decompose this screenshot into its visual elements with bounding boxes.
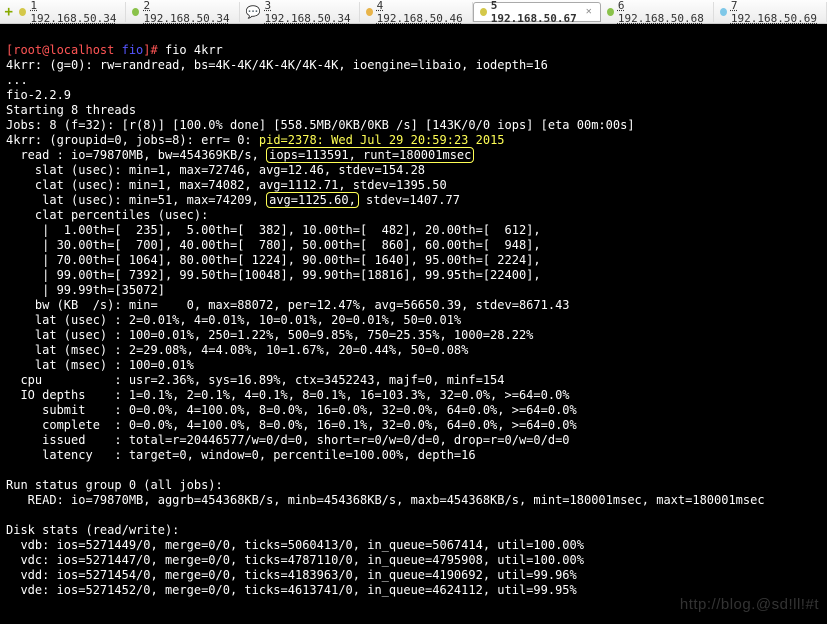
output-highlight: pid=2378: Wed Jul 29 20:59:23 2015: [259, 133, 505, 147]
tab-label: 3 192.168.50.34: [265, 0, 351, 25]
output-line: 4krr: (groupid=0, jobs=8): err= 0:: [6, 133, 259, 147]
output-line: clat percentiles (usec):: [6, 208, 208, 222]
output-line: Disk stats (read/write):: [6, 523, 179, 537]
output-line: vde: ios=5271452/0, merge=0/0, ticks=461…: [6, 583, 577, 597]
output-line: lat (usec): min=51, max=74209,: [6, 193, 266, 207]
output-line: vdc: ios=5271447/0, merge=0/0, ticks=478…: [6, 553, 584, 567]
output-line: slat (usec): min=1, max=72746, avg=12.46…: [6, 163, 425, 177]
output-line: Starting 8 threads: [6, 103, 136, 117]
status-dot-icon: [19, 8, 26, 16]
output-line: vdb: ios=5271449/0, merge=0/0, ticks=506…: [6, 538, 584, 552]
watermark-text: http://blog.@sd!ll!#t: [680, 597, 819, 612]
output-line: clat (usec): min=1, max=74082, avg=1112.…: [6, 178, 447, 192]
tab-label: 2 192.168.50.34: [143, 0, 230, 25]
tab-label: 4 192.168.50.46: [377, 0, 464, 25]
output-line: | 99.99th=[35072]: [6, 283, 165, 297]
output-line: 4krr: (g=0): rw=randread, bs=4K-4K/4K-4K…: [6, 58, 548, 72]
tab-3[interactable]: 💬 3 192.168.50.34: [240, 2, 360, 22]
output-line: | 99.00th=[ 7392], 99.50th=[10048], 99.9…: [6, 268, 541, 282]
output-line: cpu : usr=2.36%, sys=16.89%, ctx=3452243…: [6, 373, 505, 387]
iops-highlight-box: iops=113591, runt=180001msec: [266, 147, 474, 163]
output-line: lat (msec) : 100=0.01%: [6, 358, 194, 372]
output-line: | 1.00th=[ 235], 5.00th=[ 382], 10.00th=…: [6, 223, 541, 237]
output-line: stdev=1407.77: [359, 193, 460, 207]
output-line: IO depths : 1=0.1%, 2=0.1%, 4=0.1%, 8=0.…: [6, 388, 570, 402]
status-dot-icon: [132, 8, 139, 16]
prompt-dir: fio: [122, 43, 144, 57]
output-line: issued : total=r=20446577/w=0/d=0, short…: [6, 433, 570, 447]
tab-label: 1 192.168.50.34: [30, 0, 117, 25]
tab-label: 6 192.168.50.68: [618, 0, 705, 25]
tab-5-active[interactable]: 5 192.168.50.67 ✕: [473, 2, 601, 22]
tab-bar: + 1 192.168.50.34 2 192.168.50.34 💬 3 19…: [0, 0, 827, 24]
tab-1[interactable]: 1 192.168.50.34: [13, 2, 126, 22]
status-dot-icon: [480, 8, 487, 16]
output-line: vdd: ios=5271454/0, merge=0/0, ticks=418…: [6, 568, 577, 582]
output-line: | 70.00th=[ 1064], 80.00th=[ 1224], 90.0…: [6, 253, 541, 267]
output-line: | 30.00th=[ 700], 40.00th=[ 780], 50.00t…: [6, 238, 541, 252]
tab-6[interactable]: 6 192.168.50.68: [601, 2, 714, 22]
output-line: bw (KB /s): min= 0, max=88072, per=12.47…: [6, 298, 570, 312]
output-line: lat (usec) : 2=0.01%, 4=0.01%, 10=0.01%,…: [6, 313, 461, 327]
tab-7[interactable]: 7 192.168.50.69: [714, 2, 827, 22]
tab-4[interactable]: 4 192.168.50.46: [360, 2, 473, 22]
new-tab-button[interactable]: +: [4, 3, 13, 21]
output-line: lat (msec) : 2=29.08%, 4=4.08%, 10=1.67%…: [6, 343, 468, 357]
prompt-suffix: ]#: [143, 43, 165, 57]
tab-label: 7 192.168.50.69: [731, 0, 818, 25]
output-line: submit : 0=0.0%, 4=100.0%, 8=0.0%, 16=0.…: [6, 403, 577, 417]
output-line: latency : target=0, window=0, percentile…: [6, 448, 476, 462]
status-dot-icon: [366, 8, 373, 16]
terminal-output[interactable]: [root@localhost fio]# fio 4krr 4krr: (g=…: [0, 24, 827, 624]
output-line: Run status group 0 (all jobs):: [6, 478, 223, 492]
output-line: READ: io=79870MB, aggrb=454368KB/s, minb…: [6, 493, 765, 507]
command-text: fio 4krr: [165, 43, 223, 57]
output-line: complete : 0=0.0%, 4=100.0%, 8=0.0%, 16=…: [6, 418, 577, 432]
close-icon[interactable]: ✕: [586, 6, 592, 17]
status-dot-icon: [607, 8, 614, 16]
output-line: ...: [6, 73, 28, 87]
tab-2[interactable]: 2 192.168.50.34: [126, 2, 239, 22]
status-dot-icon: [720, 8, 727, 16]
output-line: Jobs: 8 (f=32): [r(8)] [100.0% done] [55…: [6, 118, 635, 132]
chat-icon: 💬: [246, 5, 261, 19]
output-line: lat (usec) : 100=0.01%, 250=1.22%, 500=9…: [6, 328, 533, 342]
tab-label: 5 192.168.50.67: [491, 0, 578, 25]
avg-highlight-box: avg=1125.60,: [266, 192, 359, 208]
output-line: fio-2.2.9: [6, 88, 71, 102]
output-line: read : io=79870MB, bw=454369KB/s,: [6, 148, 266, 162]
prompt-user-host: [root@localhost: [6, 43, 122, 57]
